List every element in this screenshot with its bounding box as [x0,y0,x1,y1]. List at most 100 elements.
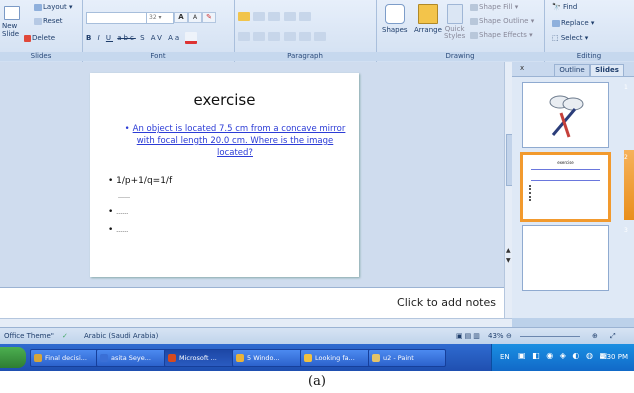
reset-label: Reset [43,17,63,25]
start-button[interactable] [0,347,26,368]
current-slide[interactable]: exercise • An object is located 7.5 cm fr… [90,73,359,277]
bullet-4-text: …… [116,227,129,234]
select-button[interactable]: ⬚ Select ▾ [552,34,588,42]
slide-title[interactable]: exercise [90,91,359,109]
bullet-1[interactable]: • 1/p+1/q=1/f [108,176,172,186]
underline-icon[interactable]: U [106,34,113,42]
font-color-icon[interactable] [185,32,198,44]
thumb2-link-lines [531,169,600,181]
status-bar: Office Theme" ✓ Arabic (Saudi Arabia) ▣▤… [0,327,634,345]
increase-indent-icon[interactable] [298,12,311,21]
delete-button[interactable]: Delete [24,34,55,42]
spelling-icon[interactable]: ✓ [62,332,68,340]
shape-outline-button[interactable]: Shape Outline ▾ [470,17,534,25]
taskbar-item-1-icon [34,354,42,362]
bullet-4[interactable]: • …… [108,225,128,235]
char-spacing-icon[interactable]: AV [151,34,164,42]
delete-label: Delete [32,34,55,42]
link-text[interactable]: An object is located 7.5 cm from a conca… [133,124,346,158]
close-pane-icon[interactable]: x [520,64,524,72]
view-buttons[interactable]: ▣▤▥ [456,332,482,340]
zoom-slider[interactable] [520,336,580,337]
shrink-font-button[interactable]: A [188,12,202,23]
quick-styles-button[interactable]: Quick Styles [444,4,465,40]
taskbar-item-5[interactable]: Looking fa... [300,349,378,367]
grow-font-button[interactable]: A [174,12,188,23]
decrease-indent-icon[interactable] [283,12,296,21]
ribbon-group-font: 32 ▾ A A ✎ B I U abc S AV Aa Font [82,0,235,62]
slide-thumbnail-1[interactable] [522,82,609,148]
strikethrough-icon[interactable]: abc [117,34,136,42]
font-name-combo[interactable] [86,12,148,24]
clear-formatting-button[interactable]: ✎ [202,12,216,23]
arrange-button[interactable]: Arrange [414,4,442,34]
taskbar-item-3-label: Microsoft ... [179,354,217,362]
slide-thumbnail-2[interactable]: exercise [520,152,611,222]
tab-outline[interactable]: Outline [554,64,590,76]
columns-icon[interactable] [314,32,327,41]
taskbar-item-3-icon [168,354,176,362]
taskbar-item-6-label: u2 - Paint [383,354,414,362]
layout-button[interactable]: Layout ▾ [34,3,73,11]
taskbar-item-3[interactable]: Microsoft ... [164,349,242,367]
shape-fill-icon [470,3,478,11]
new-slide-button[interactable]: New Slide [2,6,22,38]
ribbon-group-editing: 🔭 Find Replace ▾ ⬚ Select ▾ Editing [544,0,634,62]
shapes-button[interactable]: Shapes [382,4,408,34]
font-format-row: B I U abc S AV Aa [86,32,198,44]
taskbar-item-4-icon [236,354,244,362]
language-bar[interactable]: EN [500,353,510,361]
zoom-level[interactable]: 43% [488,332,504,340]
bullet-2[interactable]: …… [118,193,130,200]
shape-fill-button[interactable]: Shape Fill ▾ [470,3,518,11]
language-indicator[interactable]: Arabic (Saudi Arabia) [84,332,158,340]
align-left-icon[interactable] [238,32,250,41]
zoom-in-icon[interactable]: ⊕ [592,332,598,340]
align-center-icon[interactable] [253,32,266,41]
line-spacing-icon[interactable] [268,12,281,21]
shadow-icon[interactable]: S [140,34,146,42]
bold-icon[interactable]: B [86,34,93,42]
text-direction-icon[interactable] [298,32,311,41]
notes-pane[interactable]: Click to add notes [0,287,504,319]
prev-slide-icon[interactable]: ▲ [506,247,511,254]
justify-icon[interactable] [283,32,296,41]
drawing-group-label: Drawing [376,52,544,61]
align-right-icon[interactable] [268,32,281,41]
shape-fill-label: Shape Fill [479,3,513,11]
taskbar-item-1[interactable]: Final decisi... [30,349,106,367]
replace-button[interactable]: Replace ▾ [552,19,594,27]
slide-editor: exercise • An object is located 7.5 cm fr… [0,62,504,287]
bullets-icon[interactable] [238,12,250,21]
tab-slides[interactable]: Slides [590,64,624,76]
zoom-out-icon[interactable]: ⊖ [506,332,512,340]
ribbon-group-slides: New Slide Layout ▾ Reset Delete Slides [0,0,83,62]
bullet-3-text: …… [116,209,129,216]
taskbar-item-2[interactable]: asita Seye... [96,349,174,367]
numbering-icon[interactable] [253,12,266,21]
font-size-combo[interactable]: 32 ▾ [146,12,174,24]
shape-effects-icon [470,31,478,39]
reset-button[interactable]: Reset [34,17,63,25]
bullet-3[interactable]: • …… [108,207,128,217]
italic-icon[interactable]: I [98,34,102,42]
slide-link-text[interactable]: • An object is located 7.5 cm from a conc… [120,123,350,159]
shape-effects-label: Shape Effects [479,31,527,39]
select-icon: ⬚ [552,34,559,42]
list-buttons-row [238,12,312,21]
next-slide-icon[interactable]: ▼ [506,257,511,264]
tray-icons[interactable]: ▣ ◧ ◉ ◈ ◐ ◍ ▦ [518,351,609,360]
taskbar-item-4[interactable]: 5 Windo... [232,349,310,367]
quick-styles-icon [446,4,463,24]
fit-window-icon[interactable]: ⤢ [610,332,616,341]
theme-name: Office Theme" [4,332,55,340]
shape-effects-button[interactable]: Shape Effects ▾ [470,31,533,39]
reset-icon [34,17,42,25]
clock[interactable]: 4:30 PM [600,353,628,361]
change-case-icon[interactable]: Aa [168,34,181,42]
arrange-icon [417,4,438,24]
slide-thumbnail-3[interactable] [522,225,609,291]
align-buttons-row [238,32,327,41]
taskbar-item-6[interactable]: u2 - Paint [368,349,446,367]
find-button[interactable]: 🔭 Find [552,3,577,11]
